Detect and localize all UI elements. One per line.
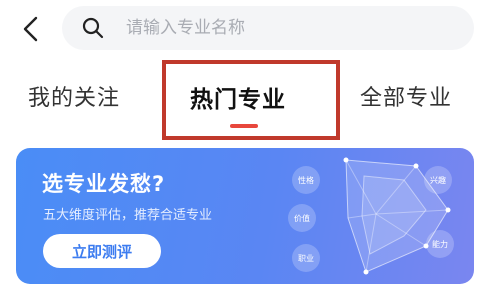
assessment-banner[interactable]: 选专业发愁? 五大维度评估，推荐合适专业 立即测评 性格 兴趣 价值 能力 职业	[16, 148, 474, 284]
tab-hot-majors[interactable]: 热门专业	[190, 80, 286, 114]
radar-label-ability: 能力	[426, 230, 454, 258]
back-arrow-icon	[23, 16, 38, 42]
major-tabs: 我的关注 热门专业 全部专业	[0, 60, 493, 140]
back-button[interactable]	[14, 12, 48, 46]
radar-graphic: 性格 兴趣 价值 能力 职业	[276, 148, 474, 284]
radar-label-career: 职业	[292, 244, 320, 272]
banner-title: 选专业发愁?	[42, 172, 166, 196]
search-icon	[80, 15, 106, 41]
search-input[interactable]	[126, 18, 446, 38]
tab-my-follow[interactable]: 我的关注	[28, 80, 120, 112]
page: 我的关注 热门专业 全部专业 选专业发愁? 五大维度评估，推荐合适专业 立即测评	[0, 0, 493, 301]
start-assessment-button[interactable]: 立即测评	[43, 234, 161, 268]
search-bar[interactable]	[62, 6, 474, 50]
active-tab-indicator	[230, 124, 258, 128]
radar-label-value: 价值	[288, 204, 316, 232]
radar-label-interest: 兴趣	[424, 166, 452, 194]
tab-all-majors[interactable]: 全部专业	[360, 80, 452, 112]
radar-label-personality: 性格	[292, 166, 320, 194]
banner-subtitle: 五大维度评估，推荐合适专业	[43, 208, 213, 223]
